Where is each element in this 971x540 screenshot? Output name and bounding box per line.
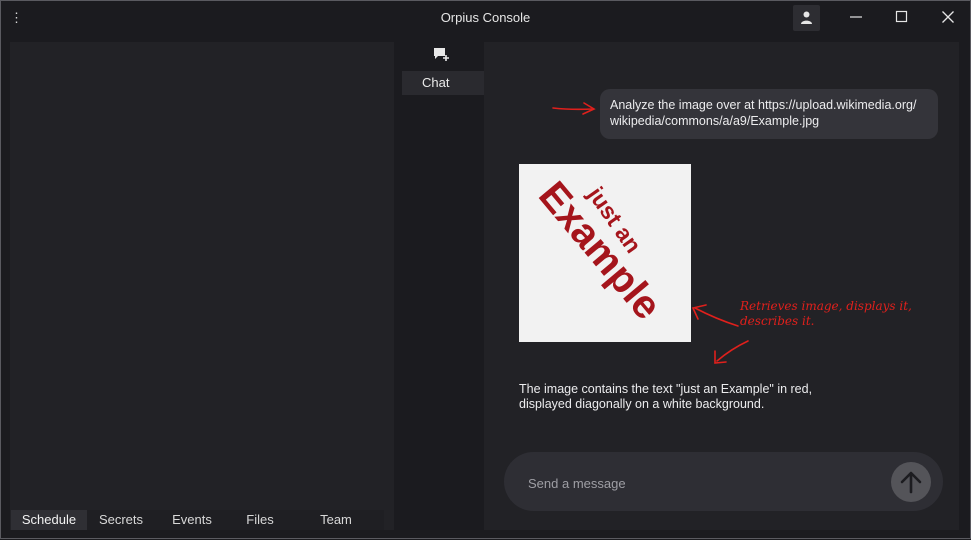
title-bar: ⋮ Orpius Console [1,1,970,34]
maximize-icon [895,10,908,23]
annotation-line: Retrieves image, displays it, [740,299,912,313]
send-button[interactable] [891,462,931,502]
tab-files[interactable]: Files [229,510,291,530]
minimize-button[interactable] [841,5,871,29]
left-panel [10,42,394,530]
example-image: just an Example [519,164,691,342]
tab-schedule[interactable]: Schedule [11,510,87,530]
close-button[interactable] [933,5,963,29]
message-composer [504,452,943,511]
reply-line: The image contains the text "just an Exa… [519,382,813,396]
maximize-button[interactable] [887,5,917,29]
close-icon [942,11,954,23]
tab-team[interactable]: Team [291,510,381,530]
annotation-note: Retrieves image, displays it, describes … [740,299,965,329]
tab-events[interactable]: Events [155,510,229,530]
reply-line: displayed diagonally on a white backgrou… [519,397,765,411]
message-input[interactable] [526,471,870,495]
assistant-reply: The image contains the text "just an Exa… [519,382,879,412]
app-window: ⋮ Orpius Console Schedule Secrets Events… [0,0,971,539]
bottom-tab-bar: Schedule Secrets Events Files Team [11,510,384,530]
tab-secrets[interactable]: Secrets [87,510,155,530]
account-button[interactable] [793,5,820,31]
new-chat-icon[interactable] [433,47,451,63]
window-title: Orpius Console [440,10,531,25]
annotation-line: describes it. [740,314,815,328]
minimize-icon [850,16,862,18]
arrow-up-icon [900,471,922,494]
user-message-line: Analyze the image over at https://upload… [610,98,917,112]
user-message-line: wikipedia/commons/a/a9/Example.jpg [610,114,820,128]
tab-chat[interactable]: Chat [402,71,484,95]
user-message-bubble: Analyze the image over at https://upload… [600,89,938,139]
user-icon [801,11,812,24]
